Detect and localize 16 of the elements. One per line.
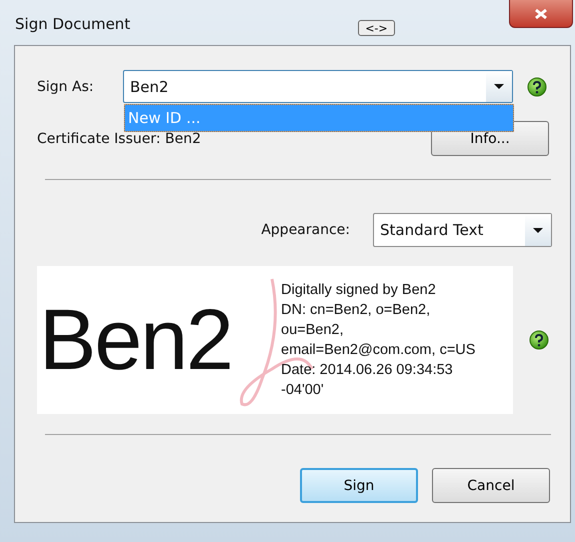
close-icon	[534, 8, 548, 20]
certificate-issuer-text: Certificate Issuer: Ben2	[37, 130, 202, 146]
signature-details: Digitally signed by Ben2 DN: cn=Ben2, o=Ben2, ou=Ben2, email=Ben2@com.com, c=US Date: 2014.06.26 09:34:53 -04'00'	[281, 281, 476, 400]
caret-icon	[494, 84, 504, 89]
window-title: Sign Document	[15, 15, 130, 33]
cancel-button[interactable]: Cancel	[432, 468, 550, 503]
help-icon	[527, 76, 547, 96]
help-icon	[529, 330, 549, 350]
field-label: Sign As:	[37, 78, 95, 94]
signer-name: Ben2	[39, 290, 233, 390]
sign-button[interactable]: Sign	[300, 468, 418, 503]
appearance-dropdown[interactable]: Standard Text	[373, 213, 552, 247]
resize-button[interactable]: <->	[358, 20, 395, 36]
caret-icon	[533, 228, 543, 232]
close-button[interactable]	[509, 0, 573, 28]
field-label: Appearance:	[261, 222, 350, 238]
